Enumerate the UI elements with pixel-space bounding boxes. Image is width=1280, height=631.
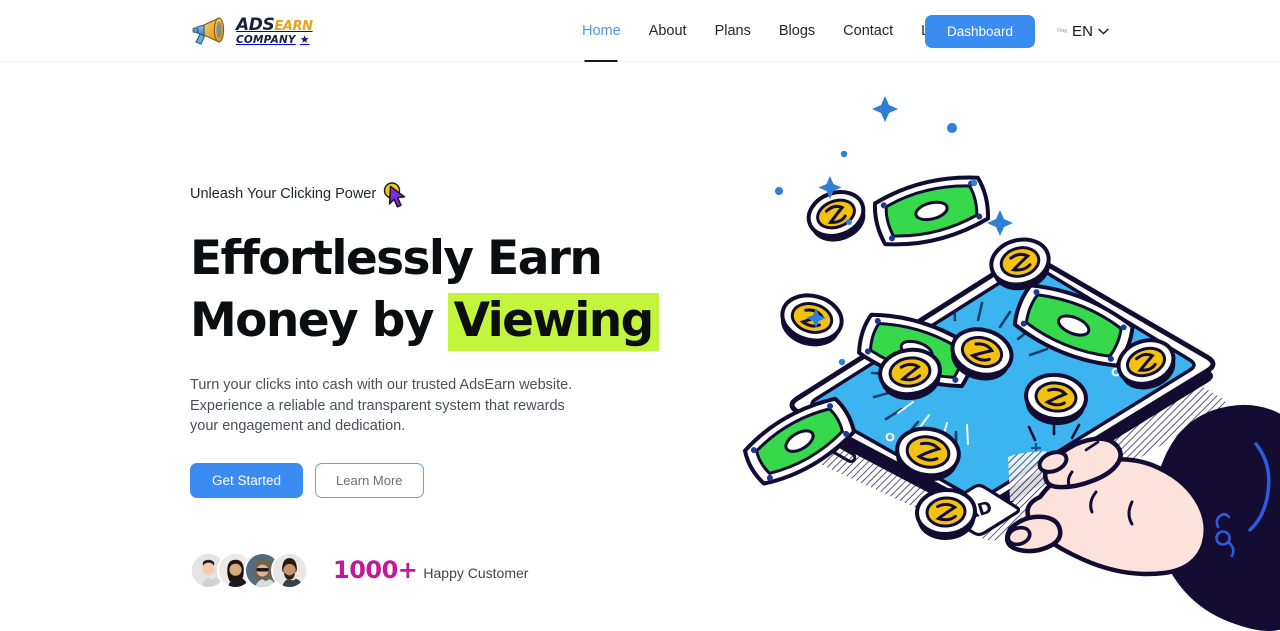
hero-title-line1: Effortlessly Earn [190, 231, 603, 286]
happy-customer-count: 1000+ [333, 556, 418, 584]
language-code: EN [1071, 22, 1094, 40]
flag-icon: Flag [1057, 28, 1067, 34]
happy-customer-label: Happy Customer [423, 565, 529, 581]
nav-item-blogs[interactable]: Blogs [765, 0, 829, 62]
hero-title-line2-prefix: Money by [190, 293, 434, 348]
main-navigation: Home About Plans Blogs Contact Logout [568, 0, 980, 62]
nav-item-plans[interactable]: Plans [701, 0, 765, 62]
mouse-cursor-icon [380, 179, 410, 209]
hero-title-highlight: Viewing [447, 293, 659, 351]
brand-text-company: COMPANY [236, 33, 296, 46]
hero-eyebrow-row: Unleash Your Clicking Power [190, 179, 660, 209]
nav-item-about[interactable]: About [635, 0, 701, 62]
nav-item-home[interactable]: Home [568, 0, 635, 62]
page-title: Effortlessly Earn Money by Viewing [190, 228, 660, 352]
avatar [271, 551, 308, 589]
brand-text-earn: EARN [274, 18, 313, 34]
hero-section: Unleash Your Clicking Power Effortlessly… [0, 62, 1280, 631]
hero-description: Turn your clicks into cash with our trus… [190, 377, 573, 434]
brand-text-ads: ADS [236, 14, 275, 35]
nav-item-contact[interactable]: Contact [829, 0, 907, 62]
language-selector[interactable]: Flag EN [1057, 23, 1109, 40]
social-proof: 1000+ Happy Customer [190, 551, 660, 589]
avatar-group [190, 551, 308, 589]
hero-copy: Unleash Your Clicking Power Effortlessly… [190, 182, 660, 589]
hero-cta-row: Get Started Learn More [190, 462, 660, 498]
learn-more-button[interactable]: Learn More [315, 462, 424, 498]
dashboard-button[interactable]: Dashboard [925, 14, 1036, 48]
megaphone-icon [191, 14, 233, 48]
chevron-down-icon [1098, 28, 1109, 35]
get-started-button[interactable]: Get Started [190, 462, 304, 498]
social-proof-text: 1000+ Happy Customer [333, 556, 528, 584]
brand-wordmark: ADSEARN COMPANY ★ [236, 14, 313, 46]
brand-logo[interactable]: ADSEARN COMPANY ★ [191, 12, 313, 50]
hand-tapping-phone-ad-illustration: AD [720, 72, 1280, 631]
header-actions: Dashboard Flag EN [925, 0, 1109, 62]
hero-eyebrow: Unleash Your Clicking Power [190, 186, 377, 202]
star-icon: ★ [299, 33, 310, 46]
site-header: ADSEARN COMPANY ★ Home About Plans Blogs… [0, 0, 1280, 62]
